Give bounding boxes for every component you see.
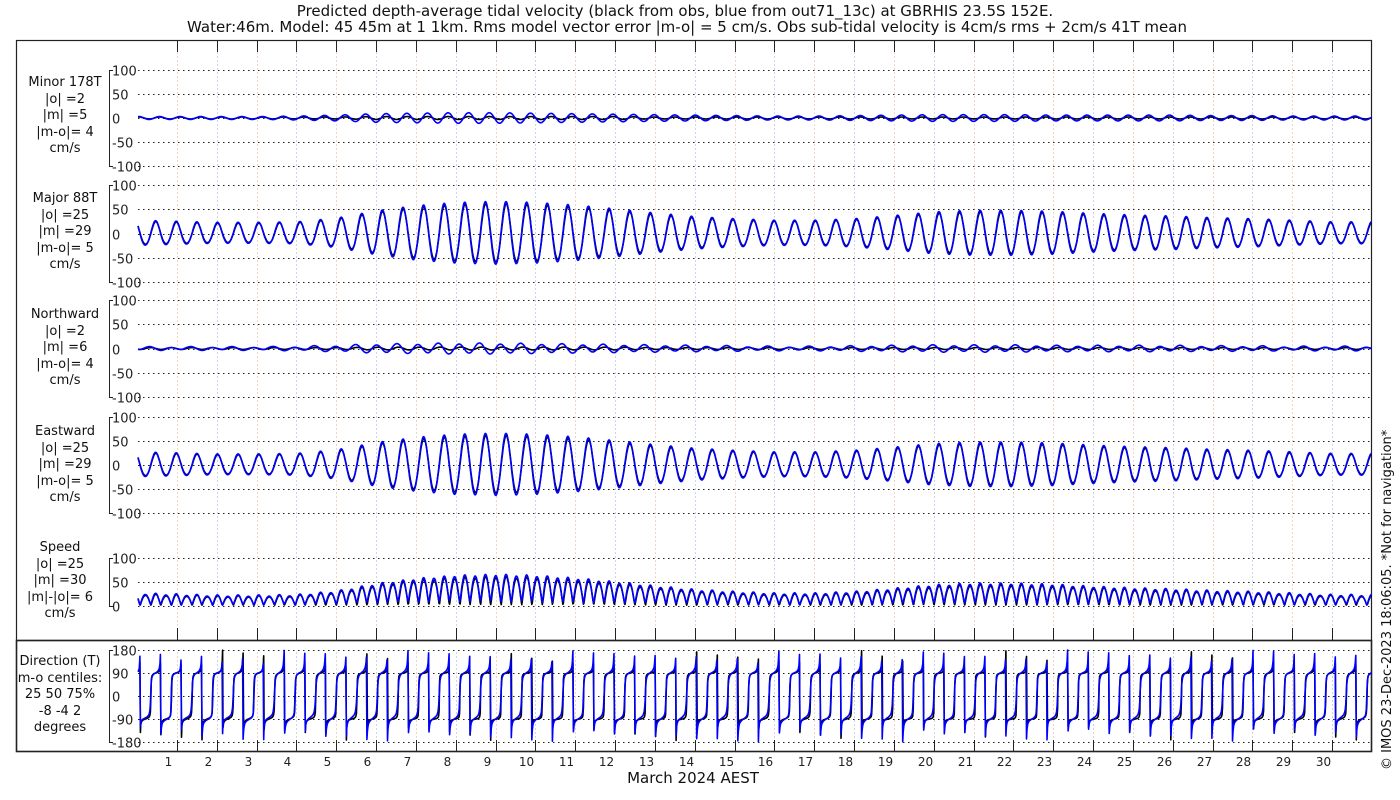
x-tick-label: 24 (1077, 755, 1092, 769)
panel-stat-line: cm/s (49, 141, 81, 156)
y-tick-label: -50 (112, 484, 133, 499)
x-tick-label: 17 (798, 755, 813, 769)
y-tick-label: -100 (112, 161, 142, 176)
x-tick-label: 5 (324, 755, 332, 769)
y-tick-label: 100 (112, 180, 137, 195)
x-tick-label: 22 (997, 755, 1012, 769)
y-tick-label: 90 (112, 668, 129, 683)
model-line-major (137, 200, 1372, 265)
y-tick-label: -50 (112, 137, 133, 152)
x-tick-label: 7 (404, 755, 412, 769)
x-axis-label-text: March 2024 AEST (627, 769, 759, 787)
panel-stat-line: m-o centiles: (17, 670, 103, 686)
upper-frame (15, 39, 1373, 642)
x-tick-label: 29 (1276, 755, 1291, 769)
x-tick-label: 30 (1316, 755, 1331, 769)
panel-stat-line: Minor 178T (28, 75, 102, 90)
x-tick-label: 21 (958, 755, 973, 769)
x-tick-label: 10 (519, 755, 534, 769)
y-tick-label: 100 (112, 295, 137, 310)
x-tick-label: 3 (245, 755, 253, 769)
y-tick-label: -50 (112, 368, 133, 383)
x-tick-label: 18 (838, 755, 853, 769)
x-tick-label: 12 (599, 755, 614, 769)
obs-line-east (137, 435, 1373, 494)
panel-label-north: Northward |o| =2 |m| =6 |m-o|= 4 cm/s (15, 307, 115, 390)
x-tick-label: 15 (719, 755, 734, 769)
y-tick-label: 100 (112, 412, 137, 427)
x-tick-label: 13 (639, 755, 654, 769)
panel-stat-line: |m| =29 (38, 224, 92, 239)
y-tick-label: 0 (112, 601, 120, 616)
x-tick-label: 6 (364, 755, 372, 769)
panel-stat-line: |m| =6 (42, 340, 88, 355)
panel-stat-line: cm/s (44, 606, 76, 621)
x-tick-label: 2 (205, 755, 213, 769)
y-tick-label: 0 (112, 691, 120, 706)
model-line-dir (137, 649, 1373, 743)
panel-stat-line: Eastward (34, 424, 96, 439)
panel-stat-line: Northward (30, 307, 100, 322)
panel-stat-line: |m-o|= 5 (36, 473, 94, 489)
panel-stat-line: |m| =29 (38, 457, 92, 472)
model-line-speed (137, 573, 1372, 606)
x-tick-label: 14 (679, 755, 694, 769)
panel-stat-line: cm/s (49, 373, 81, 388)
x-tick-label: 19 (878, 755, 893, 769)
panel-stat-line: |m-o|= 5 (36, 240, 94, 256)
y-tick-label: -50 (112, 253, 133, 268)
panel-stat-line: Direction (T) (19, 654, 101, 669)
x-tick-label: 26 (1157, 755, 1172, 769)
panel-stat-line: |m| =5 (42, 108, 88, 123)
panel-label-minor: Minor 178T |o| =2 |m| =5 |m-o|= 4 cm/s (15, 75, 115, 158)
y-tick-label: 50 (112, 577, 129, 592)
y-tick-label: -90 (112, 714, 133, 729)
y-tick-label: -100 (112, 392, 142, 407)
panel-stat-line: |o| =25 (40, 440, 90, 456)
panel-stat-line: -8 -4 2 (38, 703, 82, 719)
copyright-notice: © IMOS 23-Dec-2023 18:06:05. *Not for na… (1380, 429, 1395, 770)
panel-stat-line: 25 50 75% (24, 687, 96, 702)
panel-label-speed: Speed |o| =25 |m| =30 |m|-|o|= 6 cm/s (10, 540, 110, 623)
panel-stat-line: |m-o|= 4 (36, 356, 94, 372)
panel-stat-line: cm/s (49, 257, 81, 272)
y-tick-label: -180 (112, 737, 142, 752)
model-line-east (137, 432, 1372, 497)
panel-label-east: Eastward |o| =25 |m| =29 |m-o|= 5 cm/s (15, 424, 115, 507)
panel-stat-line: degrees (33, 720, 87, 735)
x-tick-label: 11 (559, 755, 574, 769)
y-tick-label: 180 (112, 645, 137, 660)
panel-stat-line: Major 88T (32, 191, 98, 206)
panel-label-major: Major 88T |o| =25 |m| =29 |m-o|= 5 cm/s (15, 191, 115, 274)
x-tick-label: 20 (918, 755, 933, 769)
panel-stat-line: |o| =2 (44, 91, 85, 107)
y-tick-label: 100 (112, 65, 137, 80)
x-tick-label: 8 (444, 755, 452, 769)
panel-stat-line: |o| =2 (44, 323, 85, 339)
panel-stat-line: |o| =25 (40, 207, 90, 223)
obs-line-major (137, 203, 1373, 263)
x-tick-label: 1 (165, 755, 173, 769)
x-tick-label: 25 (1117, 755, 1132, 769)
x-tick-label: 28 (1236, 755, 1251, 769)
x-tick-label: 9 (484, 755, 492, 769)
y-tick-label: -100 (112, 508, 142, 523)
obs-line-dir (137, 649, 1372, 742)
x-tick-label: 16 (758, 755, 773, 769)
panel-label-dir: Direction (T) m-o centiles: 25 50 75% -8 -4… (10, 654, 110, 737)
panel-stat-line: |m| =30 (33, 573, 87, 588)
y-tick-label: 100 (112, 553, 137, 568)
x-tick-label: 4 (284, 755, 292, 769)
x-tick-label: 27 (1197, 755, 1212, 769)
y-tick-label: -100 (112, 277, 142, 292)
x-tick-label: 23 (1037, 755, 1052, 769)
tidal-velocity-chart: 1 2 3 4 5 6 7 8 9 10 11 12 13 14 15 16 17 18 19 20 21 22 23 24 2… (15, 39, 1373, 769)
panel-stat-line: Speed (39, 540, 81, 555)
panel-stat-line: |m-o|= 4 (36, 124, 94, 140)
panel-stat-line: |o| =25 (35, 556, 85, 572)
panel-stat-line: |m|-|o|= 6 (26, 589, 94, 605)
x-axis-label: March 2024 AEST (0, 769, 1400, 787)
panel-stat-line: cm/s (49, 490, 81, 505)
obs-line-speed (137, 576, 1373, 606)
